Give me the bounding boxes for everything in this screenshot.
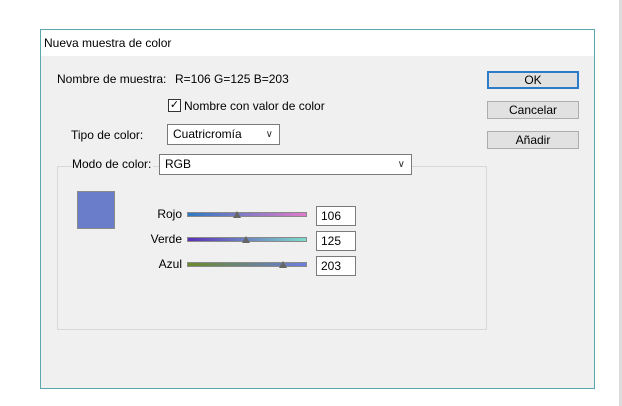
ok-button[interactable]: OK xyxy=(487,71,579,89)
slider-thumb-0[interactable] xyxy=(232,211,241,218)
color-mode-select[interactable]: RGB ∨ xyxy=(159,154,412,175)
dialog-title: Nueva muestra de color xyxy=(44,36,172,50)
slider-track-0[interactable] xyxy=(187,212,307,217)
color-preview-swatch xyxy=(77,191,115,229)
color-type-select[interactable]: Cuatricromía ∨ xyxy=(167,124,280,145)
color-mode-label: Modo de color: xyxy=(72,157,154,171)
slider-label-2: Azul xyxy=(158,257,182,271)
color-type-label: Tipo de color: xyxy=(71,128,144,142)
chevron-down-icon: ∨ xyxy=(265,129,273,140)
color-mode-value: RGB xyxy=(165,157,192,171)
slider-thumb-2[interactable] xyxy=(278,261,287,268)
slider-label-0: Rojo xyxy=(157,207,182,221)
slider-track-2[interactable] xyxy=(187,262,307,267)
name-with-color-value-label: Nombre con valor de color xyxy=(184,99,325,113)
new-swatch-dialog: Nueva muestra de color Nombre de muestra… xyxy=(40,29,595,389)
cancel-button[interactable]: Cancelar xyxy=(487,101,579,119)
slider-thumb-1[interactable] xyxy=(241,236,250,243)
title-bar: Nueva muestra de color xyxy=(41,30,594,56)
name-with-color-value-checkbox[interactable]: ✓ xyxy=(168,99,181,112)
slider-label-1: Verde xyxy=(150,232,182,246)
color-mode-group xyxy=(57,166,487,330)
check-icon: ✓ xyxy=(169,99,180,111)
color-type-value: Cuatricromía xyxy=(173,127,242,141)
chevron-down-icon: ∨ xyxy=(397,159,405,170)
swatch-name-value: R=106 G=125 B=203 xyxy=(175,72,289,86)
slider-value-input-1[interactable]: 125 xyxy=(316,231,356,251)
slider-value-input-0[interactable]: 106 xyxy=(316,206,356,226)
swatch-name-label: Nombre de muestra: xyxy=(57,72,167,86)
slider-value-input-2[interactable]: 203 xyxy=(316,256,356,276)
add-button[interactable]: Añadir xyxy=(487,131,579,149)
